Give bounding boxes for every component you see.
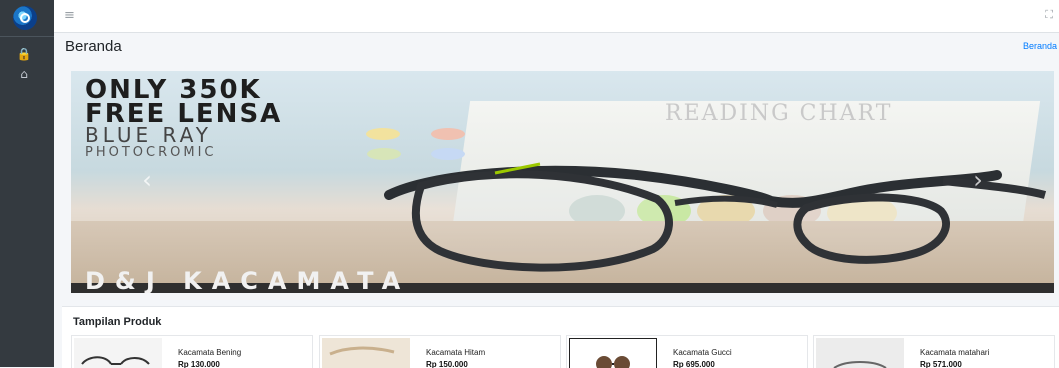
top-navbar: ≡ ⛶ [54, 0, 1059, 33]
hero-banner[interactable]: ONLY 350K FREE LENSA BLUE RAY PHOTOCROMI… [71, 71, 1054, 293]
product-card[interactable]: Kacamata Hitam Rp 150.000 [319, 335, 561, 368]
product-glasses-icon [596, 356, 630, 368]
brand-logo-icon[interactable] [13, 6, 37, 30]
product-image [322, 338, 410, 368]
product-image [569, 338, 657, 368]
product-glasses-icon [833, 361, 887, 368]
home-icon[interactable]: ⌂ [16, 66, 32, 82]
product-name: Kacamata Bening [178, 348, 242, 357]
products-title: Tampilan Produk [73, 316, 162, 328]
glasses-image [384, 162, 1047, 272]
fullscreen-icon[interactable]: ⛶ [1045, 8, 1053, 22]
product-glasses-icon [81, 356, 150, 365]
product-card[interactable]: Kacamata Gucci Rp 695.000 [566, 335, 808, 368]
carousel-prev-icon[interactable]: ‹ [140, 167, 154, 193]
carousel-next-icon[interactable]: › [971, 167, 985, 193]
lock-icon[interactable]: 🔒 [16, 46, 32, 62]
product-name: Kacamata matahari [920, 348, 990, 357]
product-card[interactable]: Kacamata Bening Rp 130.000 [71, 335, 313, 368]
product-image [816, 338, 904, 368]
product-card[interactable]: Kacamata matahari Rp 571.000 [813, 335, 1055, 368]
menu-toggle-icon[interactable]: ≡ [64, 8, 75, 23]
page-title: Beranda [65, 38, 122, 55]
product-glasses-icon [329, 346, 395, 356]
sidebar: 🔒 ⌂ [0, 0, 54, 367]
sidebar-divider [0, 36, 54, 37]
product-name: Kacamata Gucci [673, 348, 732, 357]
product-image [74, 338, 162, 368]
product-name: Kacamata Hitam [426, 348, 486, 357]
breadcrumb[interactable]: Beranda [1023, 41, 1057, 51]
